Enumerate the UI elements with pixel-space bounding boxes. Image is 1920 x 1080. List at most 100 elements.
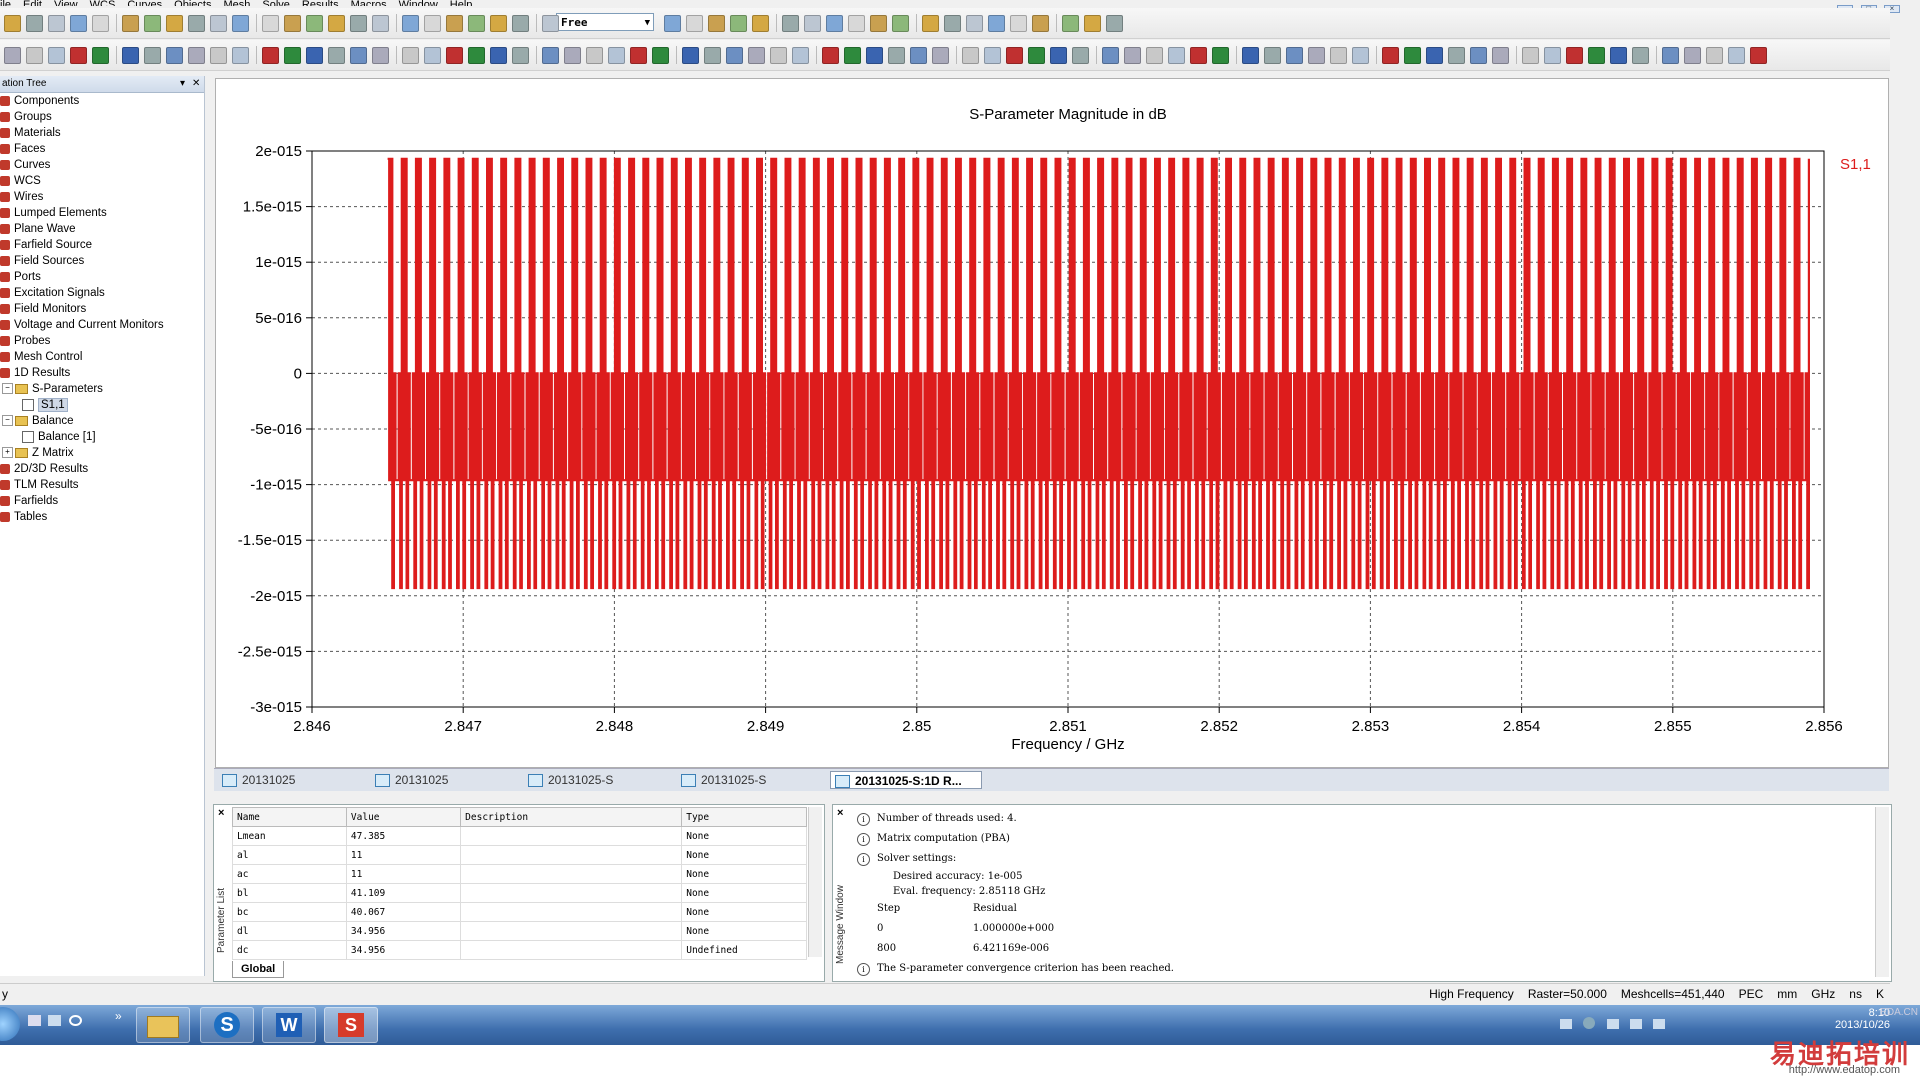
tree-item-s1-1[interactable]: S1,1 [0,397,204,413]
toolbar-tool-icon[interactable] [1168,47,1185,64]
table-cell[interactable]: 34.956 [345,940,462,960]
toolbar-tool-icon[interactable] [844,47,861,64]
toolbar-tool-icon[interactable] [48,47,65,64]
toolbar-tool-icon[interactable] [232,47,249,64]
table-cell[interactable]: ac [232,864,347,884]
tree-item-probes[interactable]: Probes [0,333,204,349]
tab-document-4[interactable]: 20131025-S:1D R... [830,771,982,789]
toolbar-tool-icon[interactable] [1062,15,1079,32]
tree-item-s-parameters[interactable]: − S-Parameters [0,381,204,397]
toolbar-tool-icon[interactable] [782,15,799,32]
toolbar-tool-icon[interactable] [70,47,87,64]
pin-icon[interactable]: ▾ [180,76,185,92]
table-cell[interactable]: bc [232,902,347,922]
toolbar-tool-icon[interactable] [4,15,21,32]
toolbar-tool-icon[interactable] [1448,47,1465,64]
toolbar-tool-icon[interactable] [932,47,949,64]
toolbar-tool-icon[interactable] [1072,47,1089,64]
column-header[interactable]: Type [681,807,807,827]
app-icon[interactable] [68,1015,82,1026]
toolbar-tool-icon[interactable] [704,47,721,64]
toolbar-tool-icon[interactable] [166,47,183,64]
flag-icon[interactable] [1606,1019,1619,1029]
toolbar-tool-icon[interactable] [210,15,227,32]
toolbar-tool-icon[interactable] [1684,47,1701,64]
tree-item-faces[interactable]: Faces [0,141,204,157]
column-header[interactable]: Value [345,807,462,827]
toolbar-tool-icon[interactable] [564,47,581,64]
toolbar-tool-icon[interactable] [328,15,345,32]
toolbar-tool-icon[interactable] [1588,47,1605,64]
volume-icon[interactable] [1653,1019,1666,1029]
toolbar-tool-icon[interactable] [888,47,905,64]
tab-document-1[interactable]: 20131025 [371,771,521,789]
toolbar-tool-icon[interactable] [1470,47,1487,64]
toolbar-tool-icon[interactable] [372,15,389,32]
toolbar-tool-icon[interactable] [748,47,765,64]
toolbar-tool-icon[interactable] [1632,47,1649,64]
table-row[interactable]: al 11 None [232,845,807,865]
toolbar-tool-icon[interactable] [26,15,43,32]
table-cell[interactable] [460,940,683,960]
table-cell[interactable] [460,902,683,922]
tree-item-tlm-results[interactable]: TLM Results [0,477,204,493]
table-cell[interactable]: None [681,902,807,922]
close-icon[interactable]: × [218,807,224,819]
toolbar-tool-icon[interactable] [26,47,43,64]
system-tray-icons[interactable] [1560,1017,1700,1031]
toolbar-tool-icon[interactable] [350,47,367,64]
toolbar-tool-icon[interactable] [686,15,703,32]
table-cell[interactable]: dl [232,921,347,941]
mode-combo[interactable]: Free ▼ [556,13,654,31]
toolbar-tool-icon[interactable] [752,15,769,32]
toolbar-tool-icon[interactable] [188,47,205,64]
table-cell[interactable]: 11 [345,845,462,865]
toolbar-tool-icon[interactable] [122,15,139,32]
tree-item-ports[interactable]: Ports [0,269,204,285]
toolbar-tool-icon[interactable] [1006,47,1023,64]
toolbar-tool-icon[interactable] [1264,47,1281,64]
table-cell[interactable]: None [681,921,807,941]
table-row[interactable]: bl 41.109 None [232,883,807,903]
toolbar-tool-icon[interactable] [490,15,507,32]
table-cell[interactable] [460,826,683,846]
toolbar-tool-icon[interactable] [402,47,419,64]
word-taskbar-icon[interactable]: W [262,1007,316,1043]
table-cell[interactable]: 34.956 [345,921,462,941]
desktop-icon[interactable] [28,1015,41,1026]
table-cell[interactable] [460,883,683,903]
toolbar-tool-icon[interactable] [630,47,647,64]
table-cell[interactable]: al [232,845,347,865]
close-icon[interactable]: × [837,807,843,819]
toolbar-tool-icon[interactable] [652,47,669,64]
table-cell[interactable]: 40.067 [345,902,462,922]
help-icon[interactable] [1583,1017,1596,1029]
parameter-scrollbar[interactable] [808,807,822,957]
tab-document-2[interactable]: 20131025-S [524,771,674,789]
toolbar-tool-icon[interactable] [1706,47,1723,64]
toolbar-tool-icon[interactable] [1750,47,1767,64]
toolbar-tool-icon[interactable] [1382,47,1399,64]
network-icon[interactable] [48,1015,62,1026]
toolbar-tool-icon[interactable] [944,15,961,32]
table-cell[interactable] [460,845,683,865]
toolbar-tool-icon[interactable] [866,47,883,64]
toolbar-tool-icon[interactable] [1426,47,1443,64]
toolbar-tool-icon[interactable] [232,15,249,32]
toolbar-tool-icon[interactable] [708,15,725,32]
toolbar-tool-icon[interactable] [664,15,681,32]
toolbar-tool-icon[interactable] [542,15,559,32]
toolbar-tool-icon[interactable] [1190,47,1207,64]
toolbar-tool-icon[interactable] [306,47,323,64]
expand-icon[interactable]: » [115,1009,122,1023]
toolbar-tool-icon[interactable] [446,15,463,32]
toolbar-tool-icon[interactable] [1286,47,1303,64]
toolbar-tool-icon[interactable] [542,47,559,64]
toolbar-tool-icon[interactable] [402,15,419,32]
toolbar-tool-icon[interactable] [372,47,389,64]
table-cell[interactable]: Undefined [681,940,807,960]
toolbar-tool-icon[interactable] [1010,15,1027,32]
tree-item-2d-3d-results[interactable]: 2D/3D Results [0,461,204,477]
table-cell[interactable]: None [681,864,807,884]
tree-item-z-matrix[interactable]: + Z Matrix [0,445,204,461]
